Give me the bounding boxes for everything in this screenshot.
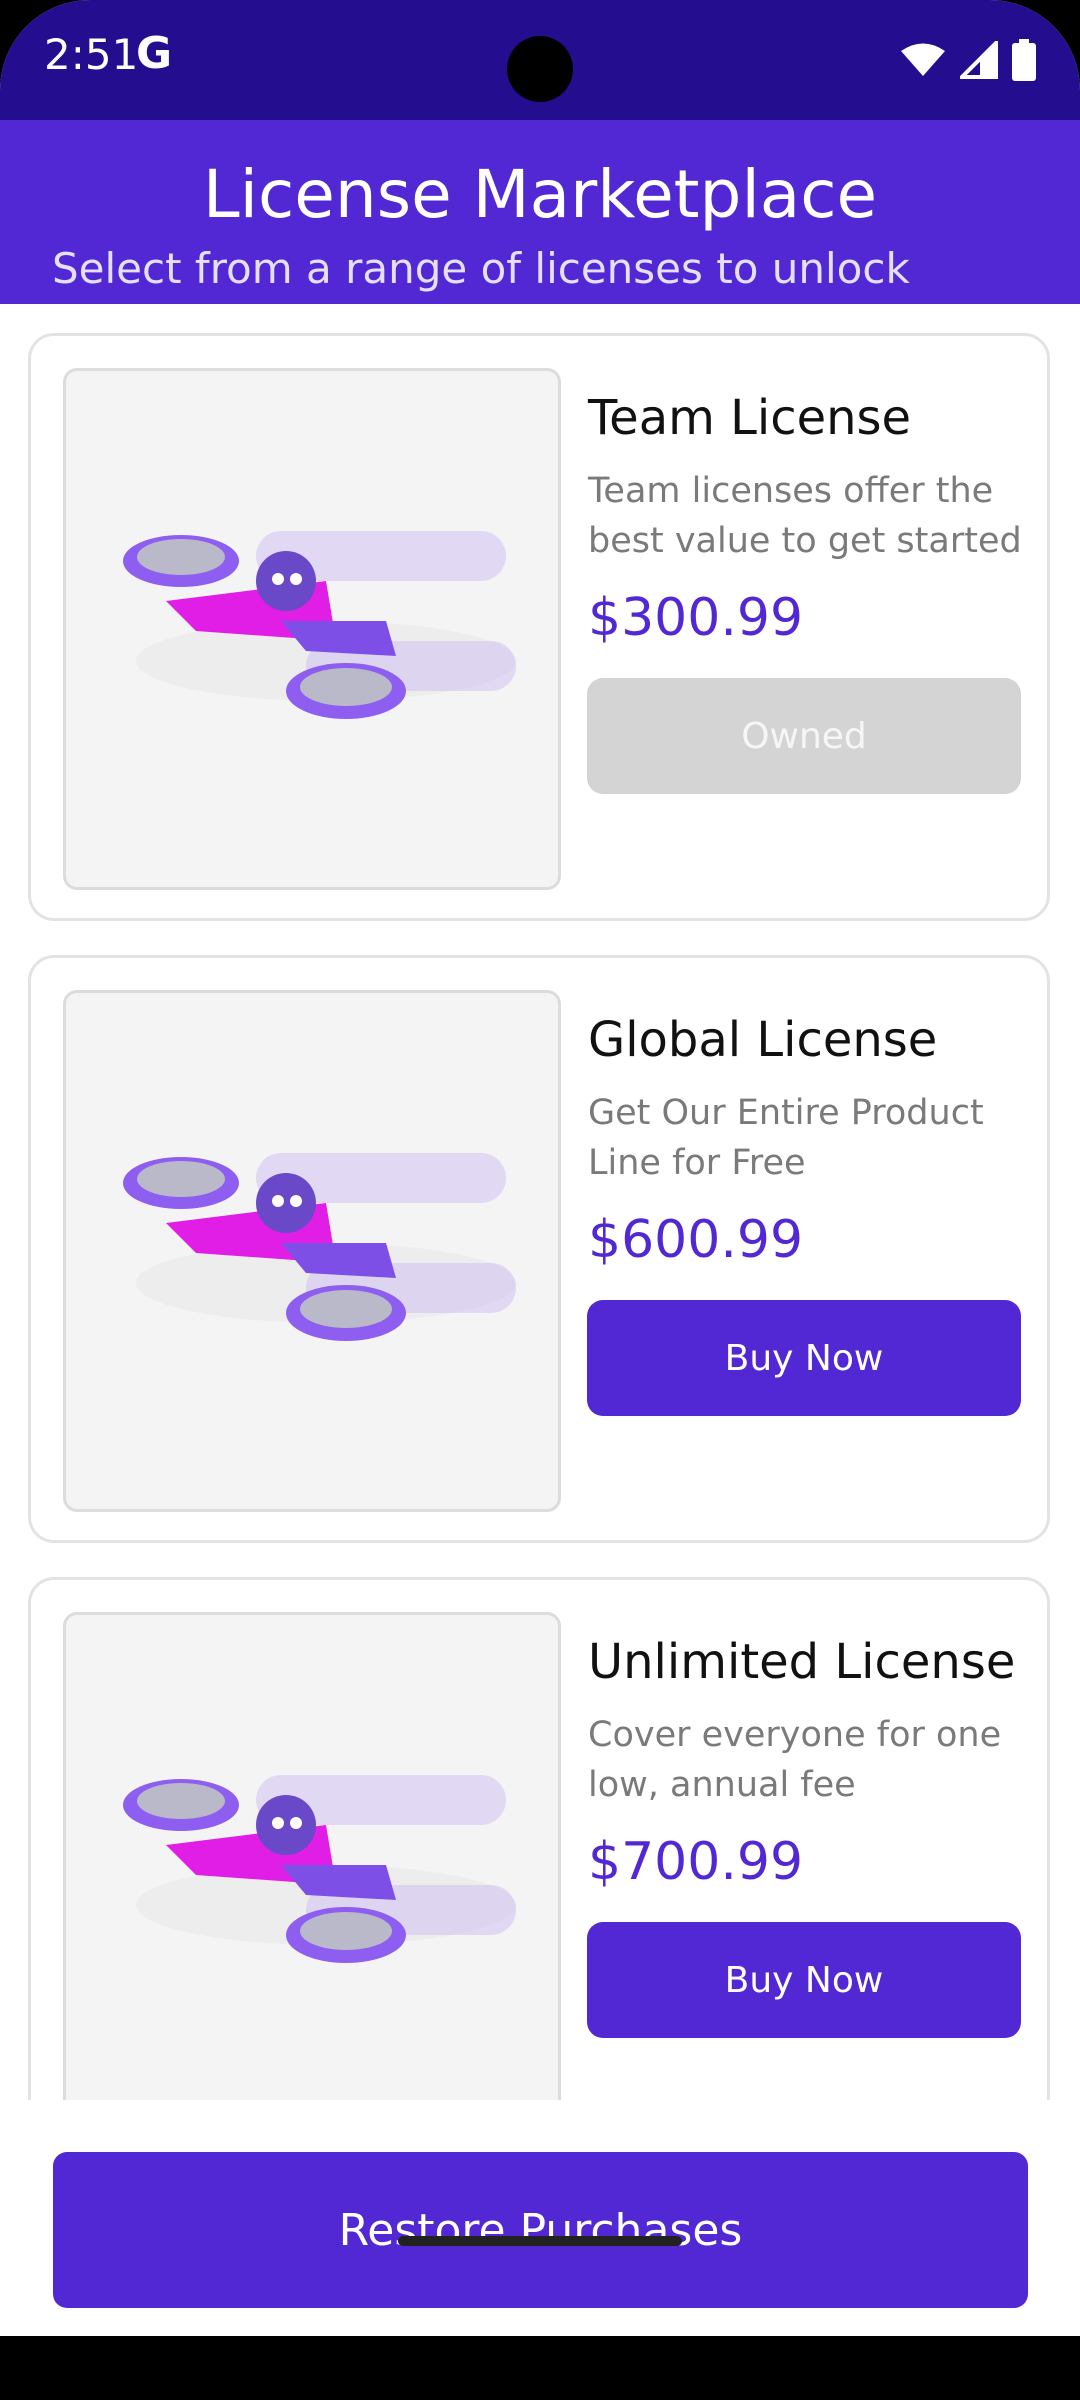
camera-cutout	[507, 36, 573, 102]
buy-now-button[interactable]: Buy Now	[587, 1300, 1021, 1416]
home-indicator[interactable]	[398, 2236, 682, 2246]
license-card-team: Team License Team licenses offer the bes…	[28, 333, 1050, 921]
buy-now-button[interactable]: Buy Now	[587, 1922, 1021, 2038]
footer: Restore Purchases	[0, 2100, 1080, 2336]
license-title: Unlimited License	[588, 1634, 1016, 1690]
license-image	[63, 368, 561, 890]
drone-robot-illustration	[123, 1153, 516, 1341]
google-g-icon: G	[136, 28, 173, 79]
license-description: Get Our Entire Product Line for Free	[588, 1093, 984, 1183]
wifi-icon	[901, 43, 945, 76]
app-header: License Marketplace Select from a range …	[0, 120, 1080, 304]
page-title: License Marketplace	[202, 156, 878, 233]
license-list[interactable]: Team License Team licenses offer the bes…	[0, 304, 1080, 2100]
navigation-bar	[0, 2336, 1080, 2400]
license-card-unlimited: Unlimited License Cover everyone for one…	[28, 1577, 1050, 2100]
status-bar: 2:51 G	[0, 0, 1080, 120]
drone-robot-illustration	[123, 531, 516, 719]
restore-purchases-button[interactable]: Restore Purchases	[53, 2152, 1028, 2308]
page-subtitle: Select from a range of licenses to unloc…	[52, 244, 910, 293]
status-time: 2:51	[44, 30, 139, 79]
app-screen: 2:51 G License Marketplace Select from a…	[0, 0, 1080, 2400]
license-description: Cover everyone for one low, annual fee	[588, 1715, 1002, 1805]
status-icons	[900, 38, 1036, 82]
license-description: Team licenses offer the best value to ge…	[588, 471, 1022, 561]
owned-button[interactable]: Owned	[587, 678, 1021, 794]
license-image	[63, 1612, 561, 2100]
drone-robot-illustration	[123, 1775, 516, 1963]
license-title: Global License	[588, 1012, 938, 1068]
license-card-global: Global License Get Our Entire Product Li…	[28, 955, 1050, 1543]
license-price: $700.99	[588, 1832, 804, 1892]
battery-icon	[1012, 39, 1036, 81]
license-image	[63, 990, 561, 1512]
cellular-signal-icon	[960, 41, 998, 79]
license-title: Team License	[588, 390, 912, 446]
license-price: $600.99	[588, 1210, 804, 1270]
license-price: $300.99	[588, 588, 804, 648]
